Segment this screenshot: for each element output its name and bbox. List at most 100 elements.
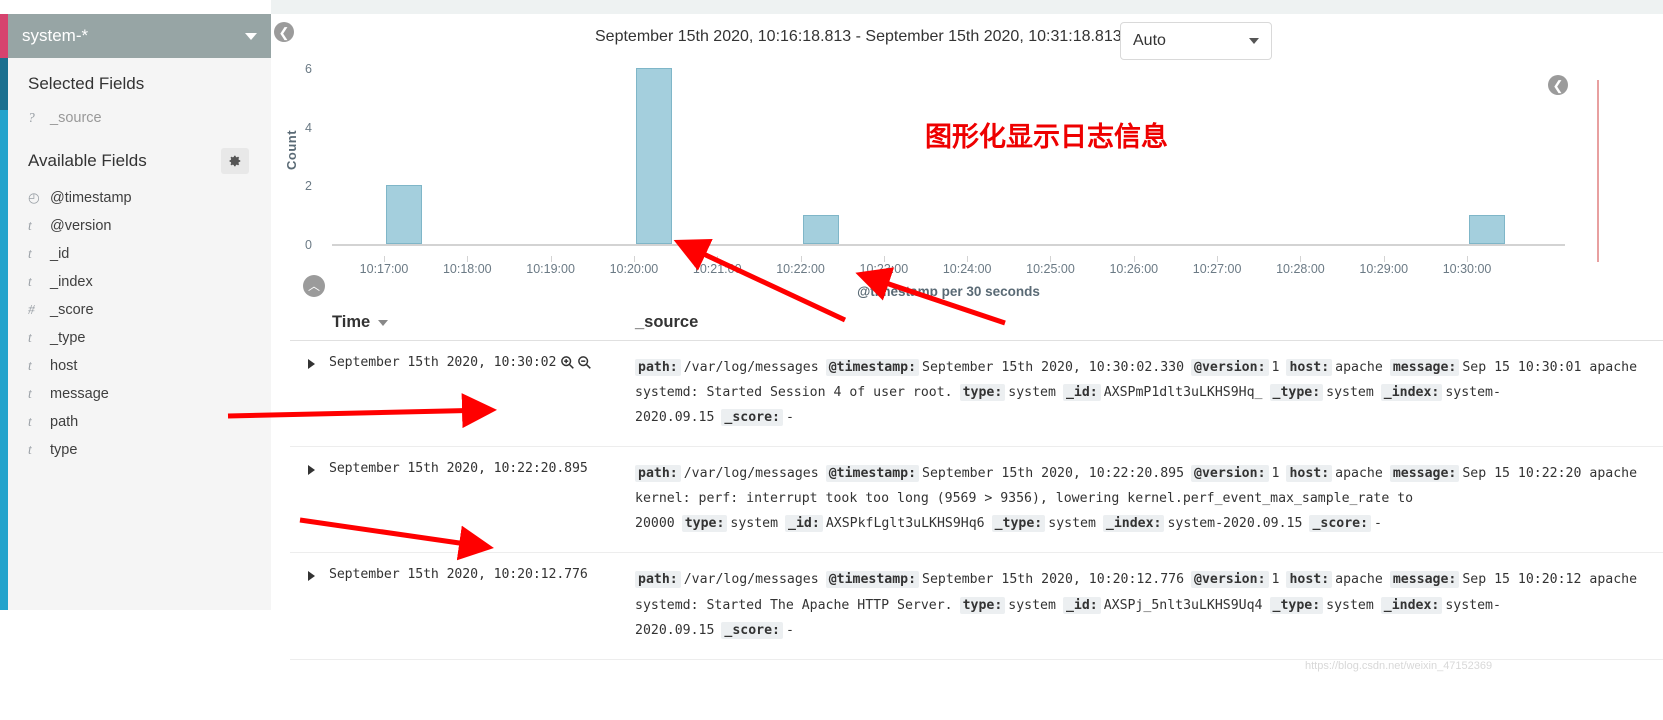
field-item-message[interactable]: t message xyxy=(8,380,271,408)
chart-bar[interactable] xyxy=(386,185,422,244)
field-item-timestamp[interactable]: ◴ @timestamp xyxy=(8,184,271,212)
field-item-source[interactable]: ? _source xyxy=(8,104,271,132)
field-type-icon: t xyxy=(28,358,32,373)
column-header-time[interactable]: Time xyxy=(290,313,635,332)
x-tick-label: 10:28:00 xyxy=(1276,262,1325,276)
accent-strip-teal-dark xyxy=(0,58,8,110)
source-field-value: - xyxy=(785,410,794,426)
source-field-value: September 15th 2020, 10:30:02.330 xyxy=(922,360,1185,375)
field-name: message xyxy=(50,386,109,402)
source-field-value: 1 xyxy=(1271,466,1280,482)
cell-source: path:/var/log/messages @timestamp: Septemb… xyxy=(635,567,1663,642)
field-item-type[interactable]: t _type xyxy=(8,324,271,352)
chart-plot-area[interactable]: 10:17:00 10:18:00 10:19:00 10:20:00 10:21:00… xyxy=(332,68,1599,299)
field-item-path[interactable]: t path xyxy=(8,408,271,436)
table-row[interactable]: September 15th 2020, 10:22:20.895 path:/v… xyxy=(290,447,1663,554)
field-name: @version xyxy=(50,218,112,234)
source-field-key: @version: xyxy=(1191,571,1269,589)
field-type-icon: # xyxy=(28,302,35,317)
selected-fields-list: ? _source xyxy=(8,104,271,132)
source-field-key: _index: xyxy=(1380,596,1443,614)
chart-bar[interactable] xyxy=(1469,214,1506,244)
field-name: path xyxy=(50,414,79,430)
field-type-icon: t xyxy=(28,274,32,289)
source-field-key: host: xyxy=(1286,465,1333,483)
source-field-key: @version: xyxy=(1191,465,1269,483)
magnify-plus-icon[interactable] xyxy=(560,355,575,370)
index-pattern-selector[interactable]: system-* xyxy=(8,14,271,58)
chart-collapse-button[interactable]: ︿ xyxy=(303,275,325,297)
field-item-score[interactable]: # _score xyxy=(8,296,271,324)
field-item-version[interactable]: t @version xyxy=(8,212,271,240)
field-item-index[interactable]: t _index xyxy=(8,268,271,296)
table-row[interactable]: September 15th 2020, 10:30:02 path:/var/l… xyxy=(290,341,1663,448)
cell-time: September 15th 2020, 10:22:20.895 xyxy=(290,461,635,536)
source-field-key: _index: xyxy=(1102,515,1165,533)
source-field-key: _score: xyxy=(721,409,783,427)
source-field-key: message: xyxy=(1389,359,1460,376)
index-pattern-label: system-* xyxy=(22,26,89,45)
source-field-key: _type: xyxy=(991,515,1046,533)
field-type-icon: t xyxy=(28,442,32,457)
source-field-value: 1 xyxy=(1271,360,1280,375)
expand-row-icon[interactable] xyxy=(308,465,315,476)
top-bar-background xyxy=(271,0,1663,14)
chevron-down-icon xyxy=(1249,38,1259,44)
source-field-key: path: xyxy=(635,465,681,483)
x-tick-label: 10:18:00 xyxy=(442,262,492,276)
source-field-value: system xyxy=(1008,385,1056,401)
field-item-host[interactable]: t host xyxy=(8,352,271,380)
x-axis-label: @timestamp per 30 seconds xyxy=(857,284,1040,299)
cell-source: path:/var/log/messages @timestamp: Septemb… xyxy=(635,355,1663,430)
source-field-key: _type: xyxy=(1269,384,1324,402)
expand-row-icon[interactable] xyxy=(308,571,315,582)
field-name: @timestamp xyxy=(50,190,132,206)
source-field-value: 1 xyxy=(1271,572,1280,588)
source-field-key: path: xyxy=(635,571,681,589)
field-name: host xyxy=(50,358,78,374)
field-type-icon: ? xyxy=(28,110,35,125)
field-name: _score xyxy=(50,302,94,318)
table-header-row: Time _source xyxy=(290,305,1663,341)
magnify-minus-icon[interactable] xyxy=(577,355,592,370)
field-item-id[interactable]: t _id xyxy=(8,240,271,268)
source-field-value: /var/log/messages xyxy=(683,572,819,588)
source-field-key: @timestamp: xyxy=(825,571,920,589)
x-tick-label: 10:29:00 xyxy=(1359,262,1409,276)
source-field-key: host: xyxy=(1286,571,1333,589)
source-field-key: @timestamp: xyxy=(825,465,920,483)
x-tick-label: 10:17:00 xyxy=(359,262,409,276)
source-field-value: AXSPkfLglt3uLKHS9Hq6 xyxy=(825,516,985,532)
x-tick-label: 10:27:00 xyxy=(1192,262,1242,276)
sort-descending-icon[interactable] xyxy=(378,319,389,326)
source-field-value: system xyxy=(1326,597,1374,613)
source-field-key: host: xyxy=(1286,359,1333,376)
histogram-chart: Count 0 2 4 6 10:17:00 10:18:00 10:19:00 10:20… xyxy=(284,60,1599,300)
cell-source: path:/var/log/messages @timestamp: Septemb… xyxy=(635,461,1663,536)
field-type-icon: t xyxy=(28,218,32,233)
time-range-label[interactable]: September 15th 2020, 10:16:18.813 - Sept… xyxy=(595,28,1142,46)
available-fields-title: Available Fields xyxy=(28,151,147,170)
field-type-icon: t xyxy=(28,246,32,261)
chart-bar[interactable] xyxy=(635,68,672,244)
source-field-value: system xyxy=(1048,516,1096,532)
source-field-value: AXSPmP1dlt3uLKHS9Hq_ xyxy=(1103,385,1263,401)
source-field-key: _score: xyxy=(721,621,783,639)
chart-bar[interactable] xyxy=(802,214,839,244)
gear-icon[interactable] xyxy=(221,148,249,174)
x-tick-label: 10:25:00 xyxy=(1026,262,1075,276)
table-row[interactable]: September 15th 2020, 10:20:12.776 path:/v… xyxy=(290,553,1663,660)
column-header-source[interactable]: _source xyxy=(635,313,1663,332)
interval-select-value: Auto xyxy=(1133,32,1166,49)
sidebar-collapse-button[interactable]: ❮ xyxy=(274,22,294,42)
source-field-key: _type: xyxy=(1269,596,1324,614)
field-item-type[interactable]: t type xyxy=(8,436,271,464)
source-field-value: system xyxy=(1326,385,1374,401)
x-tick-label: 10:22:00 xyxy=(776,262,825,276)
column-header-time-label: Time xyxy=(332,313,371,331)
y-tick-label: 4 xyxy=(305,120,312,135)
interval-select[interactable]: Auto xyxy=(1120,22,1272,60)
watermark-text: https://blog.csdn.net/weixin_47152369 xyxy=(1305,660,1493,672)
source-field-value: apache xyxy=(1335,360,1383,375)
expand-row-icon[interactable] xyxy=(308,359,315,369)
